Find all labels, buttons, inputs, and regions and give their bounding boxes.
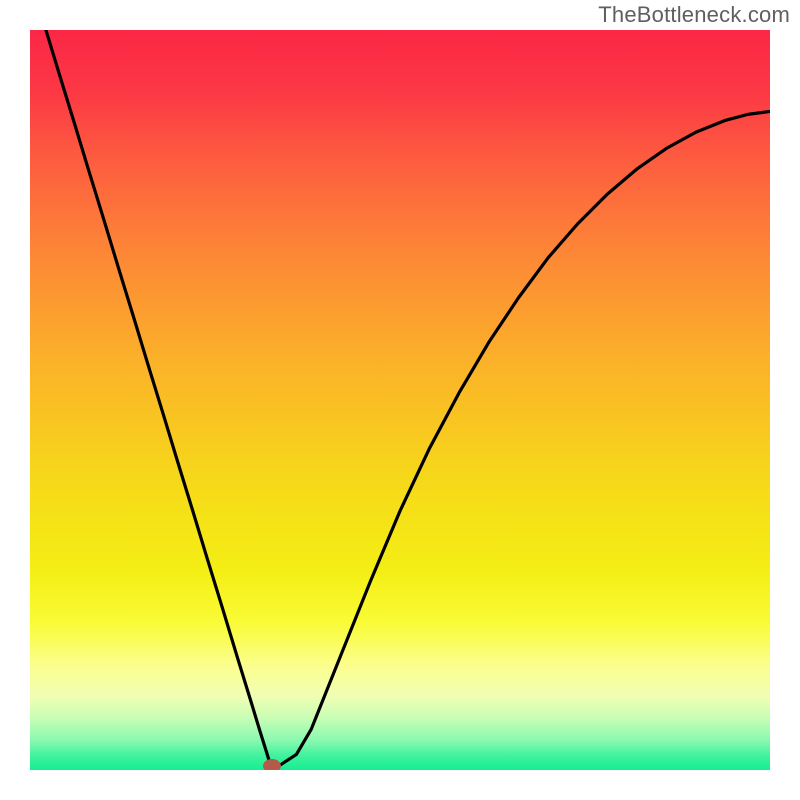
- plot-frame: [30, 30, 770, 770]
- watermark-text: TheBottleneck.com: [598, 2, 790, 28]
- figure-container: TheBottleneck.com: [0, 0, 800, 800]
- gradient-background: [30, 30, 770, 770]
- plot-svg: [30, 30, 770, 770]
